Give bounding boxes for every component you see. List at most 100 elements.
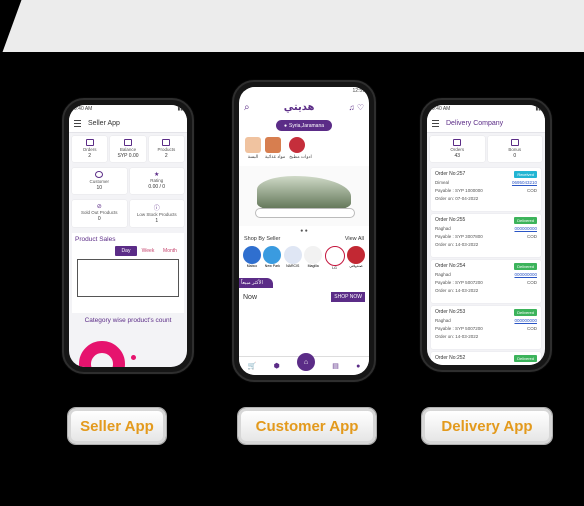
delivery-screen: 9:40 AM ▮▮ Delivery Company Orders 43 Bonu…	[427, 105, 545, 365]
orders-nav-icon[interactable]: ▤	[332, 362, 339, 370]
order-payable-row: Payable : SYP 3007800 COD	[435, 234, 537, 239]
shop-by-seller-header: Shop By Seller View All	[244, 236, 364, 242]
delivery-app-bar: Delivery Company	[427, 114, 545, 133]
stat-card-orders[interactable]: Orders 43	[430, 136, 485, 162]
orders-list: Order No:257 Received Dimeal 0695043210 P…	[427, 168, 545, 365]
order-payable-row: Payable : SYP 5007200 COD	[435, 326, 537, 331]
search-icon[interactable]: ⌕	[244, 102, 250, 113]
tab-day[interactable]: Day	[115, 246, 137, 256]
order-date-row: Order on: 07-04-2022	[435, 196, 479, 201]
box-icon	[162, 139, 171, 146]
lg-logo	[324, 246, 345, 266]
view-all-link[interactable]: View All	[345, 236, 364, 242]
shoe-sole	[255, 208, 355, 218]
sales-chart-area	[77, 259, 179, 297]
customer-app-button[interactable]: Customer App	[238, 408, 376, 444]
order-date-row: Order on: 14-03-2022	[435, 288, 479, 293]
status-bar: 9:40 AM ▮▮	[427, 105, 545, 114]
status-badge: Delivered	[514, 217, 537, 224]
shoe-image	[257, 176, 351, 210]
seller-logo[interactable]: Mabco	[243, 246, 261, 270]
menu-icon[interactable]	[74, 119, 81, 127]
category-item[interactable]: مواد غذائية	[265, 137, 285, 160]
seller-logo[interactable]: صندوقتي	[346, 246, 365, 270]
food-icon	[265, 137, 281, 153]
phone-link[interactable]: 0695043210	[512, 180, 537, 185]
order-card[interactable]: Order No:257 Received Dimeal 0695043210 P…	[431, 168, 541, 211]
battery-icon: ▮▮	[535, 106, 541, 112]
clothes-icon	[245, 137, 261, 153]
stat-card-customer[interactable]: Customer 10	[72, 168, 127, 194]
category-row: البسة مواد غذائية ادوات مطبخ	[239, 133, 369, 164]
seller-app-button[interactable]: Seller App	[68, 408, 166, 444]
tab-month[interactable]: Month	[159, 246, 181, 256]
customer-header: ⌕ هديتي ♫ ♡	[239, 96, 369, 118]
phone-link[interactable]: 000000000	[514, 272, 537, 277]
stat-card-low-stock[interactable]: ⓘ Low Stock Products 1	[129, 200, 184, 227]
promo-row: Now SHOP NOW	[239, 288, 369, 306]
seller-logo[interactable]: Magilla	[304, 246, 323, 270]
banner-shoe[interactable]	[239, 166, 369, 226]
profile-icon[interactable]: ●	[356, 363, 360, 370]
block-icon: ⊘	[96, 204, 102, 210]
bell-icon[interactable]: ♫	[349, 103, 355, 112]
menu-icon[interactable]	[432, 119, 439, 127]
tab-week[interactable]: Week	[137, 246, 159, 256]
stat-card-sold-out[interactable]: ⊘ Sold Out Products 0	[72, 200, 127, 227]
star-icon: ★	[154, 172, 160, 178]
seller-app-bar: Seller App	[69, 114, 187, 133]
stat-card-balance[interactable]: Balance SYP 0.00	[110, 136, 146, 162]
category-item[interactable]: ادوات مطبخ	[289, 137, 312, 160]
seller-logo[interactable]: LG	[324, 246, 345, 270]
location-pill[interactable]: ● Syria,Jaramana	[276, 120, 332, 131]
stat-card-rating[interactable]: ★ Rating 0.00 / 0	[129, 168, 184, 194]
battery-icon: ▮▮	[177, 106, 183, 112]
map-pin-icon: ●	[283, 122, 287, 129]
info-icon: ⓘ	[153, 206, 160, 212]
shop-now-button[interactable]: SHOP NOW	[331, 292, 365, 302]
seller-logo[interactable]: New Park	[263, 246, 282, 270]
order-date-row: Order on: 14-03-2022	[435, 242, 479, 247]
order-date-row: Order on: 14-03-2022	[435, 334, 479, 339]
mabco-logo	[243, 246, 261, 264]
seller-screen: 9:40 AM ▮▮ Seller App Orders 2 Balance SYP …	[69, 105, 187, 367]
category-nav-icon[interactable]: ⬢	[274, 362, 280, 370]
seller-logo[interactable]: NARCIS	[283, 246, 302, 270]
bottom-nav: 🛒 ⬢ ⌂ ▤ ●	[239, 353, 369, 375]
status-badge: Delivered	[514, 263, 537, 270]
heart-icon[interactable]: ♡	[357, 103, 364, 112]
order-card[interactable]: Order No:254 Delivered Raghad 000000000 P…	[431, 260, 541, 303]
order-card[interactable]: Order No:255 Delivered Raghad 000000000 P…	[431, 214, 541, 257]
seller-phone: 9:40 AM ▮▮ Seller App Orders 2 Balance SYP …	[62, 98, 194, 374]
order-customer-row: Raghad 000000000	[435, 318, 537, 323]
stat-card-bonus[interactable]: Bonus 0	[487, 136, 542, 162]
kitchen-icon	[289, 137, 306, 153]
brand-logo: هديتي	[283, 101, 315, 113]
stat-card-products[interactable]: Products 2	[148, 136, 184, 162]
delivery-app-button[interactable]: Delivery App	[422, 408, 552, 444]
phone-link[interactable]: 000000000	[514, 318, 537, 323]
status-badge: Delivered	[514, 309, 537, 316]
order-card[interactable]: Order No:252 Delivered	[431, 352, 541, 365]
top-banner	[22, 0, 584, 52]
orders-icon	[85, 139, 94, 146]
order-customer-row: Raghad 000000000	[435, 272, 537, 277]
newpark-logo	[263, 246, 282, 264]
delivery-stats: Orders 43 Bonus 0	[427, 133, 545, 165]
magilla-logo	[304, 246, 323, 264]
narcis-logo	[283, 246, 302, 264]
order-card[interactable]: Order No:253 Delivered Raghad 000000000 P…	[431, 306, 541, 349]
cart-icon[interactable]: 🛒	[248, 362, 257, 370]
product-sales-title: Product Sales	[75, 236, 116, 243]
order-customer-row: Dimeal 0695043210	[435, 180, 537, 185]
users-icon	[95, 171, 104, 178]
wallet-icon	[123, 139, 132, 146]
category-item[interactable]: البسة	[245, 137, 261, 160]
stat-card-orders[interactable]: Orders 2	[72, 136, 108, 162]
customer-phone: 12:51 ⌕ هديتي ♫ ♡ ● Syria,Jaramana البسة …	[232, 80, 376, 382]
home-icon[interactable]: ⌂	[296, 353, 315, 371]
chart-legend-dot	[131, 355, 136, 360]
phone-link[interactable]: 000000000	[514, 226, 537, 231]
status-bar: 9:40 AM ▮▮	[69, 105, 187, 114]
delivery-phone: 9:40 AM ▮▮ Delivery Company Orders 43 Bonu…	[420, 98, 552, 372]
